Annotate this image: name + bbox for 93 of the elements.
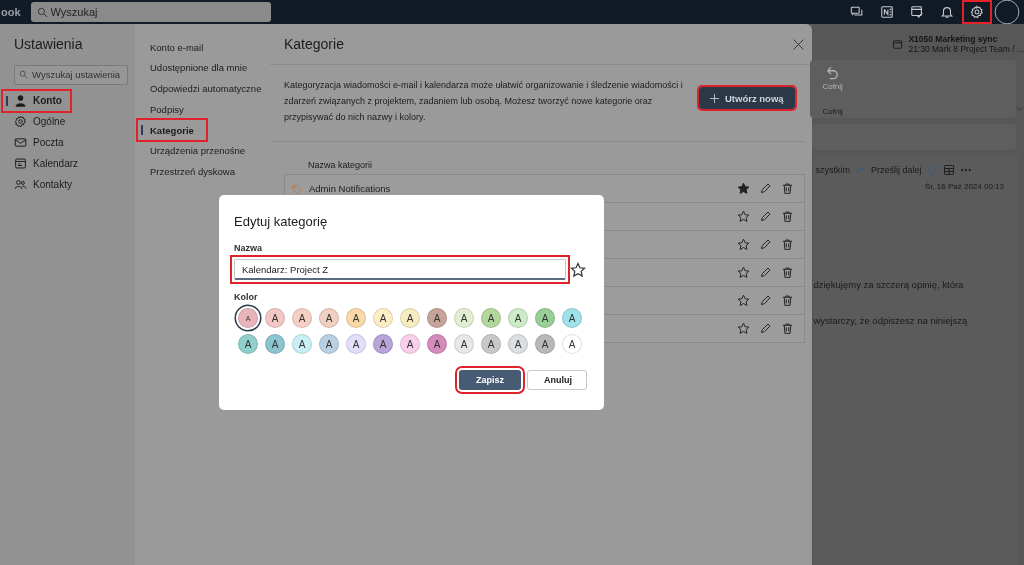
color-swatch[interactable]: A xyxy=(373,308,393,328)
color-swatch[interactable]: A xyxy=(535,334,555,354)
trash-icon xyxy=(780,322,794,335)
settings-subnav-item[interactable]: Udostępnione dla mnie xyxy=(138,57,260,78)
settings-subnav-item[interactable]: Podpisy xyxy=(138,99,196,120)
star-icon[interactable] xyxy=(736,322,750,335)
color-swatch[interactable]: A xyxy=(373,334,393,354)
color-swatch[interactable]: A xyxy=(238,334,258,354)
grid-icon xyxy=(943,164,956,176)
star-icon[interactable] xyxy=(736,266,750,279)
color-swatch[interactable]: A xyxy=(562,334,582,354)
star-icon[interactable] xyxy=(736,238,750,251)
color-swatch[interactable]: A xyxy=(319,308,339,328)
calendar-icon xyxy=(892,38,904,50)
name-field[interactable]: Kalendarz: Project Z xyxy=(234,259,566,280)
dialog-title: Edytuj kategorię xyxy=(234,214,329,229)
color-swatch[interactable]: A xyxy=(292,334,312,354)
close-button[interactable] xyxy=(791,37,805,51)
mail-icon xyxy=(14,136,27,149)
search-field[interactable]: Wyszukaj xyxy=(30,2,271,22)
plus-icon xyxy=(709,92,720,104)
color-swatch[interactable]: A xyxy=(535,308,555,328)
color-swatch[interactable]: A xyxy=(454,308,474,328)
color-swatch[interactable]: A xyxy=(400,308,420,328)
settings-icon xyxy=(14,115,27,128)
settings-icon xyxy=(970,5,984,19)
calendar-icon xyxy=(14,157,27,170)
star-icon[interactable] xyxy=(736,182,750,195)
star-icon[interactable] xyxy=(736,210,750,223)
settings-nav-item[interactable]: Kalendarz xyxy=(3,153,87,174)
app-name: ook xyxy=(0,6,22,18)
notes-icon xyxy=(880,5,894,19)
settings-subnav-item[interactable]: Kategorie xyxy=(138,120,206,141)
color-swatch[interactable]: A xyxy=(319,334,339,354)
color-swatch[interactable]: A xyxy=(562,308,582,328)
color-swatch[interactable]: A xyxy=(454,334,474,354)
settings-nav-item[interactable]: Ogólne xyxy=(3,111,74,132)
message-text: dziękujęmy za szczerą opinię, która xyxy=(813,279,965,290)
settings-subnav-item[interactable]: Konto e-mail xyxy=(138,37,216,57)
settings-nav-item[interactable]: Kontakty xyxy=(3,174,80,195)
person-icon xyxy=(14,94,27,107)
color-swatch[interactable]: A xyxy=(265,308,285,328)
toolbar-button[interactable] xyxy=(992,0,1022,24)
color-swatch[interactable]: A xyxy=(481,334,501,354)
trash-icon xyxy=(780,182,794,195)
color-swatch[interactable]: A xyxy=(427,308,447,328)
reminder-title: X1050 Marketing sync xyxy=(908,34,999,44)
settings-nav-item[interactable]: Konto xyxy=(3,90,70,111)
color-swatch[interactable]: A xyxy=(400,334,420,354)
pencil-icon xyxy=(758,294,772,307)
chevron-down-icon xyxy=(1015,104,1024,113)
star-icon[interactable] xyxy=(570,261,586,278)
settings-nav-item[interactable]: Poczta xyxy=(3,132,72,153)
name-label: Nazwa xyxy=(234,243,262,253)
pencil-icon xyxy=(758,210,772,223)
create-button[interactable]: Utwórz nową xyxy=(699,87,795,109)
forward-arrow-icon xyxy=(854,164,867,176)
color-swatch[interactable]: A xyxy=(265,334,285,354)
color-swatch[interactable]: A xyxy=(292,308,312,328)
color-swatch[interactable]: A xyxy=(508,308,528,328)
tasks-icon xyxy=(910,5,924,19)
trash-icon xyxy=(780,238,794,251)
color-swatch[interactable]: A xyxy=(508,334,528,354)
color-swatch[interactable]: A xyxy=(481,308,501,328)
pencil-icon xyxy=(758,266,772,279)
trash-icon xyxy=(780,266,794,279)
pencil-icon xyxy=(758,238,772,251)
category-name: Admin Notifications xyxy=(309,183,391,194)
pencil-icon xyxy=(758,322,772,335)
settings-title: Ustawienia xyxy=(13,36,84,52)
star-icon[interactable] xyxy=(736,294,750,307)
pencil-icon xyxy=(758,182,772,195)
cancel-button[interactable]: Anuluj xyxy=(527,370,587,390)
settings-subnav-item[interactable]: Urządzenia przenośne xyxy=(138,141,258,161)
column-header: Nazwa kategorii xyxy=(307,159,374,172)
trash-icon xyxy=(780,294,794,307)
undo-label: Cofnij xyxy=(822,82,844,91)
trash-icon xyxy=(780,210,794,223)
color-swatch[interactable]: A xyxy=(346,308,366,328)
color-label: Kolor xyxy=(234,292,258,302)
settings-search-field[interactable]: Wyszukaj ustawienia xyxy=(14,64,128,85)
settings-subnav-item[interactable]: Odpowiedzi automatyczne xyxy=(138,78,274,99)
bell-icon xyxy=(940,5,954,19)
settings-subnav-item[interactable]: Przestrzeń dyskowa xyxy=(138,161,247,182)
chat-icon xyxy=(850,5,864,19)
close-icon xyxy=(791,37,805,51)
toolbar-button[interactable] xyxy=(962,0,992,24)
page-title: Kategorie xyxy=(284,36,344,52)
people-icon xyxy=(14,178,27,191)
message-text: wystarczy, że odpiszesz na niniejszą xyxy=(813,315,969,326)
color-swatch[interactable]: A xyxy=(346,334,366,354)
avatar-icon xyxy=(994,0,1020,25)
color-swatch[interactable]: A xyxy=(427,334,447,354)
